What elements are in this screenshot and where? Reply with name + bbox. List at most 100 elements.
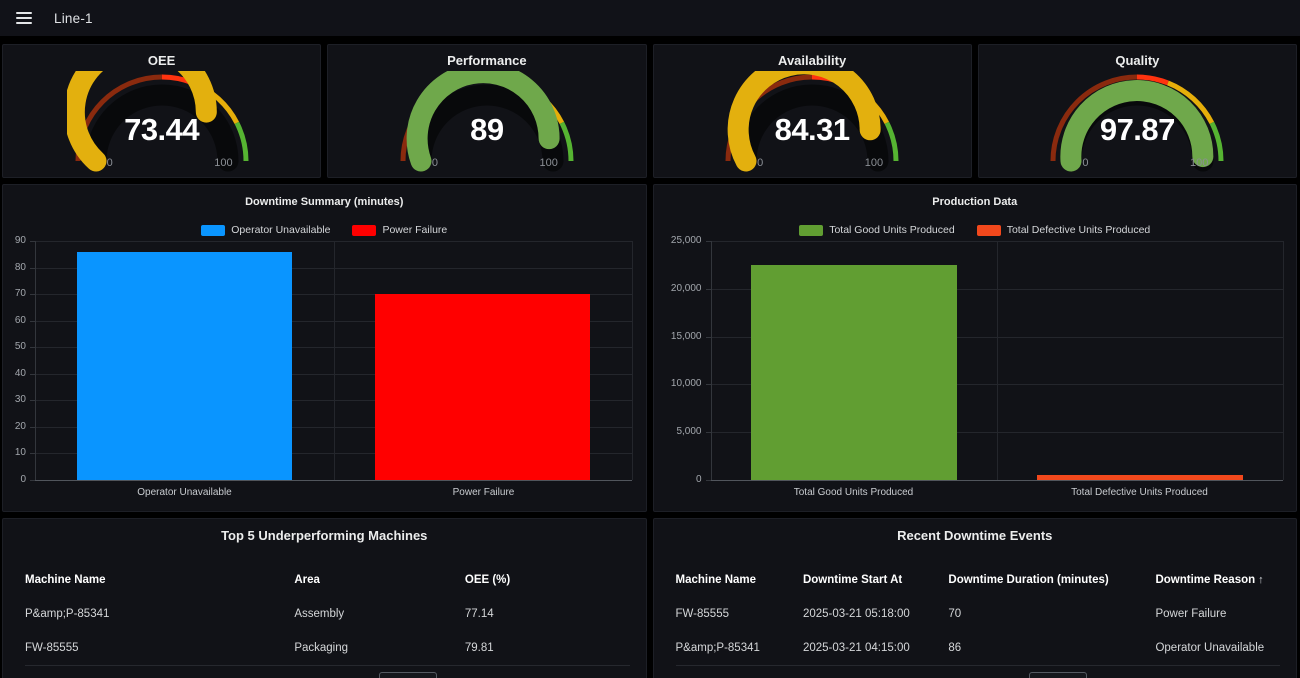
table-row: FW-855552025-03-21 05:18:0070Power Failu… [654, 605, 1297, 623]
table-header-row: Machine Name Area OEE (%) [3, 571, 646, 589]
gauge-panel-availability: Availability84.310100 [653, 44, 972, 178]
dashboard-body: OEE73.440100Performance890100Availabilit… [2, 44, 1297, 678]
bar-operator-unavailable[interactable] [77, 252, 292, 480]
column-header-machine-name[interactable]: Machine Name [676, 574, 803, 586]
column-header-label: Area [294, 574, 320, 586]
x-category-label: Operator Unavailable [35, 487, 334, 498]
menu-toggle-button[interactable] [12, 8, 36, 28]
y-tick-label: 0 [3, 474, 26, 485]
y-tick-label: 10,000 [654, 378, 702, 389]
gauge-min-label: 0 [107, 157, 113, 169]
chart-plot-area: 0102030405060708090Operator UnavailableP… [3, 185, 646, 511]
gauge-max-label: 100 [214, 157, 232, 169]
y-tick-label: 15,000 [654, 331, 702, 342]
column-header-oee-[interactable]: OEE (%) [465, 574, 624, 586]
bar-total-good-units-produced[interactable] [751, 265, 957, 480]
gauge-min-label: 0 [757, 157, 763, 169]
y-tick-label: 5,000 [654, 426, 702, 437]
y-tick-label: 90 [3, 235, 26, 246]
table-cell: 79.81 [465, 642, 624, 654]
column-header-label: Machine Name [25, 574, 106, 586]
table-title: Top 5 Underperforming Machines [3, 528, 646, 543]
column-header-label: Downtime Start At [803, 574, 902, 586]
column-header-downtime-reason[interactable]: Downtime Reason↑ [1155, 574, 1274, 586]
table-cell: 2025-03-21 05:18:00 [803, 608, 948, 620]
gauge-min-label: 0 [1082, 157, 1088, 169]
column-header-label: Machine Name [676, 574, 757, 586]
column-header-machine-name[interactable]: Machine Name [25, 574, 294, 586]
table-cell: Assembly [294, 608, 465, 620]
x-category-label: Total Defective Units Produced [997, 487, 1283, 498]
table-cell: Power Failure [1155, 608, 1274, 620]
y-tick-label: 40 [3, 368, 26, 379]
pagination-button[interactable] [1029, 672, 1087, 678]
table-cell: 77.14 [465, 608, 624, 620]
x-gridline-middle [997, 241, 998, 480]
gauge-panel-oee: OEE 73.44 0 100 [2, 44, 321, 178]
gauge-min-label: 0 [432, 157, 438, 169]
column-header-downtime-start-at[interactable]: Downtime Start At [803, 574, 948, 586]
gauge-row: OEE 73.44 0 100 Performance 89 0 100 Availabilit… [2, 44, 1297, 178]
table-title: Recent Downtime Events [654, 528, 1297, 543]
table-row: P&amp;P-85341Assembly77.14 [3, 605, 646, 623]
x-axis-line [35, 480, 632, 481]
x-category-label: Total Good Units Produced [711, 487, 997, 498]
y-tick-label: 25,000 [654, 235, 702, 246]
chart-panel-downtime: Downtime Summary (minutes)Operator Unava… [2, 184, 647, 512]
table-cell: 2025-03-21 04:15:00 [803, 642, 948, 654]
table-cell: P&amp;P-85341 [25, 608, 294, 620]
y-tick-label: 20,000 [654, 283, 702, 294]
y-axis-line [35, 241, 36, 480]
column-header-downtime-duration-minutes-[interactable]: Downtime Duration (minutes) [948, 574, 1155, 586]
table-footer-divider [25, 665, 630, 666]
gauge-title: Performance [328, 53, 645, 71]
y-tick-label: 80 [3, 262, 26, 273]
x-gridline-right [632, 241, 633, 480]
table-panel-downtime-events: Recent Downtime Events Machine Name Downti… [653, 518, 1298, 678]
gauge-max-label: 100 [1190, 157, 1208, 169]
pagination-button[interactable] [379, 672, 437, 678]
y-tick-label: 50 [3, 341, 26, 352]
table-panel-underperforming: Top 5 Underperforming Machines Machine Na… [2, 518, 647, 678]
gauge-title: OEE [3, 53, 320, 71]
table-row: Top 5 Underperforming Machines Machine Na… [2, 518, 1297, 678]
chart-panel-production: Production DataTotal Good Units Produced… [653, 184, 1298, 512]
gauge-title: Availability [654, 53, 971, 71]
y-tick-label: 20 [3, 421, 26, 432]
gauge-value: 97.87 [1042, 113, 1232, 147]
hamburger-menu-icon [16, 12, 32, 24]
y-tick-label: 10 [3, 447, 26, 458]
gauge: 84.310100 [717, 71, 907, 175]
column-header-label: OEE (%) [465, 574, 510, 586]
x-axis-line [711, 480, 1283, 481]
table-row: P&amp;P-853412025-03-21 04:15:0086Operat… [654, 639, 1297, 657]
gauge-panel-performance: Performance 89 0 100 [327, 44, 646, 178]
gauge-value: 73.44 [67, 113, 257, 147]
chart-plot-area: 0 5,000 10,000 15,000 20,000 25,000 Total Good… [654, 185, 1297, 511]
table-cell: Packaging [294, 642, 465, 654]
chart-row: Downtime Summary (minutes)Operator Unava… [2, 184, 1297, 512]
y-tick-label: 0 [654, 474, 702, 485]
gauge: 97.87 0 100 [1042, 71, 1232, 175]
gauge-max-label: 100 [540, 157, 558, 169]
bar-total-defective-units-produced[interactable] [1037, 475, 1243, 480]
gauge-value: 89 [392, 113, 582, 147]
bar-power-failure[interactable] [375, 294, 590, 480]
gauge: 73.44 0 100 [67, 71, 257, 175]
table-cell: 86 [948, 642, 1155, 654]
column-header-label: Downtime Duration (minutes) [948, 574, 1108, 586]
sort-ascending-icon: ↑ [1258, 574, 1264, 586]
x-gridline-right [1283, 241, 1284, 480]
table-cell: FW-85555 [676, 608, 803, 620]
x-gridline-middle [334, 241, 335, 480]
dashboard-screen: Line-1 OEE73.440100Performance890100Avai… [0, 0, 1300, 678]
gauge: 89 0 100 [392, 71, 582, 175]
column-header-area[interactable]: Area [294, 574, 465, 586]
top-bar: Line-1 [0, 0, 1300, 36]
gauge-title: Quality [979, 53, 1296, 71]
x-category-label: Power Failure [334, 487, 633, 498]
table-footer-divider [676, 665, 1281, 666]
y-tick-label: 70 [3, 288, 26, 299]
y-tick-label: 60 [3, 315, 26, 326]
gauge-max-label: 100 [865, 157, 883, 169]
